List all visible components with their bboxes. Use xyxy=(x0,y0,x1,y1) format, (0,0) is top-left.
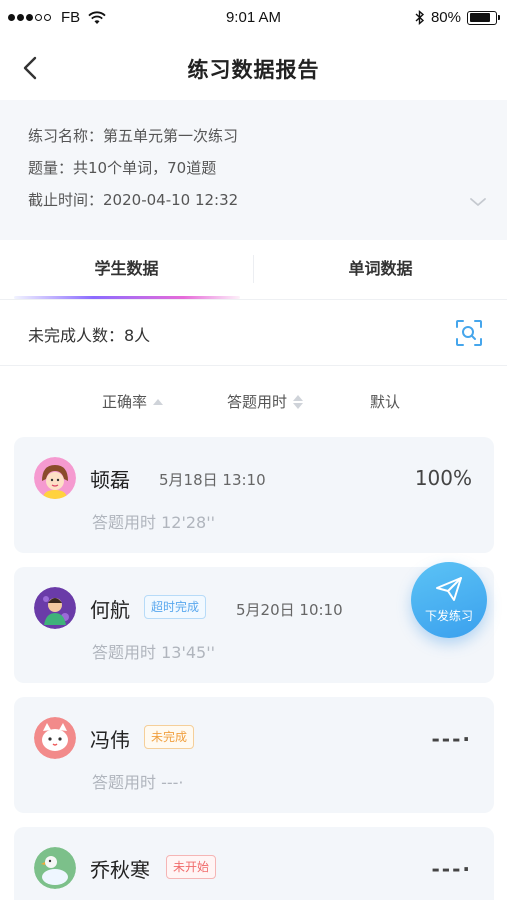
sort-by-accuracy[interactable]: 正确率 xyxy=(102,391,164,412)
student-card[interactable]: 冯伟 未完成 ---· 答题用时 ---· xyxy=(14,697,494,813)
student-name: 乔秋寒 xyxy=(90,858,150,882)
answer-duration: 答题用时 13'45'' xyxy=(92,643,216,662)
avatar xyxy=(34,457,76,499)
answer-duration: 答题用时 12'28'' xyxy=(92,513,216,532)
student-name: 冯伟 xyxy=(90,728,130,752)
score: 100% xyxy=(414,466,472,490)
scan-button[interactable] xyxy=(455,319,483,347)
avatar xyxy=(34,717,76,759)
practice-name-row: 练习名称：第五单元第一次练习 xyxy=(28,126,479,158)
bluetooth-icon xyxy=(415,10,425,25)
score: ---· xyxy=(431,727,472,751)
practice-name-label: 练习名称： xyxy=(28,127,104,145)
status-right: 80% xyxy=(415,9,500,26)
score: ---· xyxy=(431,857,472,881)
practice-name-value: 第五单元第一次练习 xyxy=(103,127,239,145)
question-count-row: 题量：共10个单词，70道题 xyxy=(28,158,479,190)
sort-bar: 正确率 答题用时 默认 xyxy=(0,367,507,433)
deadline-row: 截止时间：2020-04-10 12:32 xyxy=(28,190,479,222)
question-count-label: 题量： xyxy=(28,159,74,177)
tab-bar: 学生数据 单词数据 xyxy=(0,240,507,300)
status-badge: 未开始 xyxy=(166,855,217,879)
page-title: 练习数据报告 xyxy=(187,58,320,82)
sort-accuracy-label: 正确率 xyxy=(102,393,148,411)
status-bar: FB 9:01 AM 80% xyxy=(0,0,507,36)
sort-default-label: 默认 xyxy=(370,393,401,411)
student-name: 何航 xyxy=(90,598,130,622)
tab-student-data[interactable]: 学生数据 xyxy=(0,240,253,298)
sort-by-duration[interactable]: 答题用时 xyxy=(227,391,304,412)
avatar xyxy=(34,587,76,629)
avatar xyxy=(34,847,76,889)
battery-percent: 80% xyxy=(430,9,461,26)
question-count-value: 共10个单词，70道题 xyxy=(73,159,217,177)
send-practice-button[interactable]: 下发练习 xyxy=(411,562,487,638)
chevron-down-icon[interactable] xyxy=(469,196,487,208)
student-name: 顿磊 xyxy=(90,468,130,492)
deadline-value: 2020-04-10 12:32 xyxy=(103,191,239,209)
sort-duration-label: 答题用时 xyxy=(227,393,288,411)
submit-date: 5月18日 13:10 xyxy=(159,471,266,489)
paper-plane-icon xyxy=(436,577,462,601)
battery-icon xyxy=(467,10,500,25)
deadline-label: 截止时间： xyxy=(28,191,104,209)
scan-icon xyxy=(456,320,482,346)
answer-duration: 答题用时 ---· xyxy=(92,773,184,792)
sort-default[interactable]: 默认 xyxy=(370,391,400,412)
incomplete-count-row: 未完成人数：8人 xyxy=(0,300,507,366)
student-card[interactable]: 顿磊 5月18日 13:10 100% 答题用时 12'28'' xyxy=(14,437,494,553)
student-card[interactable]: 乔秋寒 未开始 ---· xyxy=(14,827,494,900)
sort-up-icon xyxy=(153,398,164,405)
sort-toggle-icon xyxy=(293,394,304,409)
nav-bar: 练习数据报告 xyxy=(0,36,507,100)
practice-info: 练习名称：第五单元第一次练习 题量：共10个单词，70道题 截止时间：2020-… xyxy=(0,100,507,240)
incomplete-count-text: 未完成人数：8人 xyxy=(28,326,151,345)
status-badge: 超时完成 xyxy=(144,595,207,619)
status-badge: 未完成 xyxy=(144,725,195,749)
tab-word-data[interactable]: 单词数据 xyxy=(254,240,507,298)
send-practice-label: 下发练习 xyxy=(424,609,473,623)
submit-date: 5月20日 10:10 xyxy=(236,601,343,619)
active-tab-indicator xyxy=(14,296,240,299)
